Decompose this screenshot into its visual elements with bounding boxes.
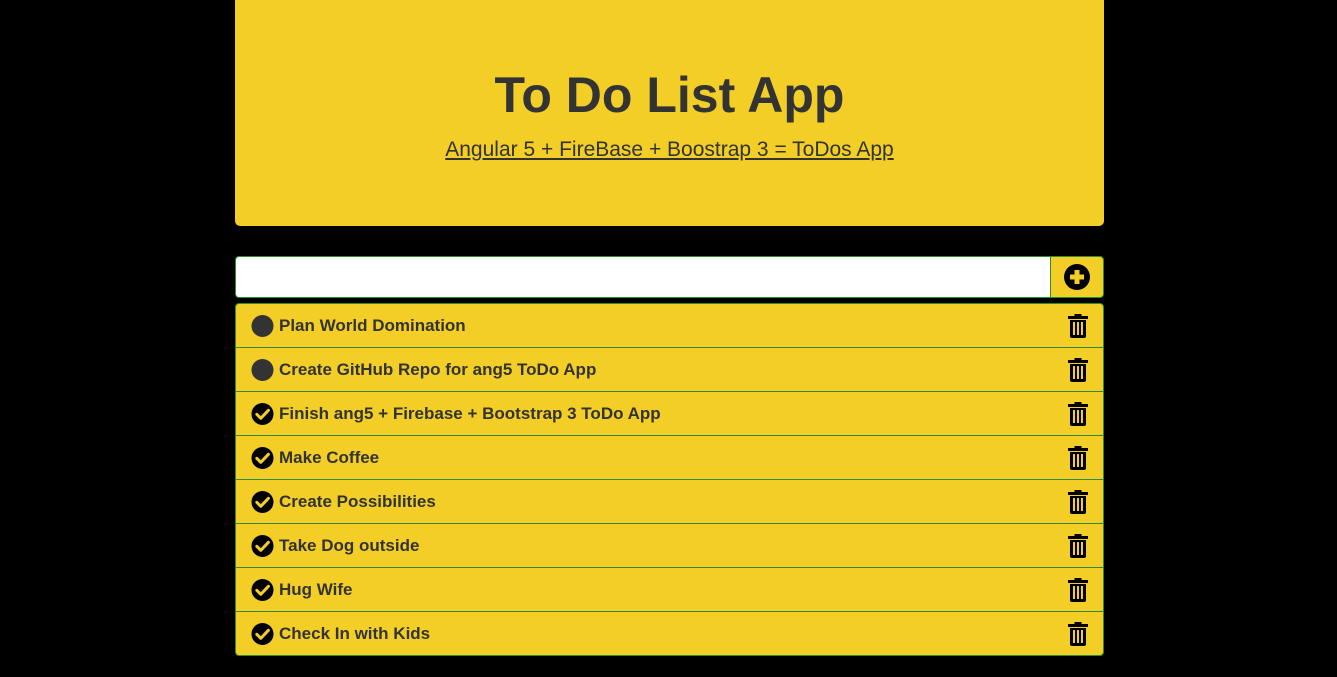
trash-icon[interactable]: [1067, 489, 1089, 515]
trash-icon[interactable]: [1067, 621, 1089, 647]
todo-item-text: Create Possibilities: [279, 491, 436, 511]
todo-item-text: Take Dog outside: [279, 535, 420, 555]
trash-icon[interactable]: [1067, 357, 1089, 383]
jumbotron-header: To Do List App Angular 5 + FireBase + Bo…: [235, 0, 1104, 226]
trash-icon[interactable]: [1067, 445, 1089, 471]
circle-icon[interactable]: [251, 314, 274, 337]
check-circle-icon[interactable]: [251, 622, 274, 645]
todo-item-text: Create GitHub Repo for ang5 ToDo App: [279, 359, 597, 379]
subtitle-link[interactable]: Angular 5 + FireBase + Boostrap 3 = ToDo…: [445, 136, 893, 164]
todo-item[interactable]: Create Possibilities: [235, 479, 1104, 524]
todo-item[interactable]: Make Coffee: [235, 435, 1104, 480]
todo-item[interactable]: Plan World Domination: [235, 303, 1104, 348]
circle-icon[interactable]: [251, 358, 274, 381]
todo-item-text: Make Coffee: [279, 447, 380, 467]
todo-item-text: Finish ang5 + Firebase + Bootstrap 3 ToD…: [279, 403, 661, 423]
todo-item[interactable]: Take Dog outside: [235, 523, 1104, 568]
add-todo-form: [235, 256, 1104, 298]
todo-item-text: Hug Wife: [279, 579, 353, 599]
page-title: To Do List App: [494, 67, 845, 123]
trash-icon[interactable]: [1067, 313, 1089, 339]
trash-icon[interactable]: [1067, 533, 1089, 559]
new-todo-input[interactable]: [235, 256, 1050, 298]
check-circle-icon[interactable]: [251, 534, 274, 557]
app-container: To Do List App Angular 5 + FireBase + Bo…: [235, 0, 1104, 656]
check-circle-icon[interactable]: [251, 446, 274, 469]
check-circle-icon[interactable]: [251, 490, 274, 513]
add-todo-button[interactable]: [1050, 256, 1104, 298]
check-circle-icon[interactable]: [251, 578, 274, 601]
trash-icon[interactable]: [1067, 577, 1089, 603]
todo-list: Plan World Domination Create GitHub Repo …: [235, 303, 1104, 656]
trash-icon[interactable]: [1067, 401, 1089, 427]
todo-item[interactable]: Hug Wife: [235, 567, 1104, 612]
todo-item[interactable]: Create GitHub Repo for ang5 ToDo App: [235, 347, 1104, 392]
check-circle-icon[interactable]: [251, 402, 274, 425]
plus-circle-icon: [1063, 263, 1091, 291]
todo-item[interactable]: Finish ang5 + Firebase + Bootstrap 3 ToD…: [235, 391, 1104, 436]
todo-item-text: Plan World Domination: [279, 315, 466, 335]
todo-item-text: Check In with Kids: [279, 623, 431, 643]
todo-item[interactable]: Check In with Kids: [235, 611, 1104, 656]
